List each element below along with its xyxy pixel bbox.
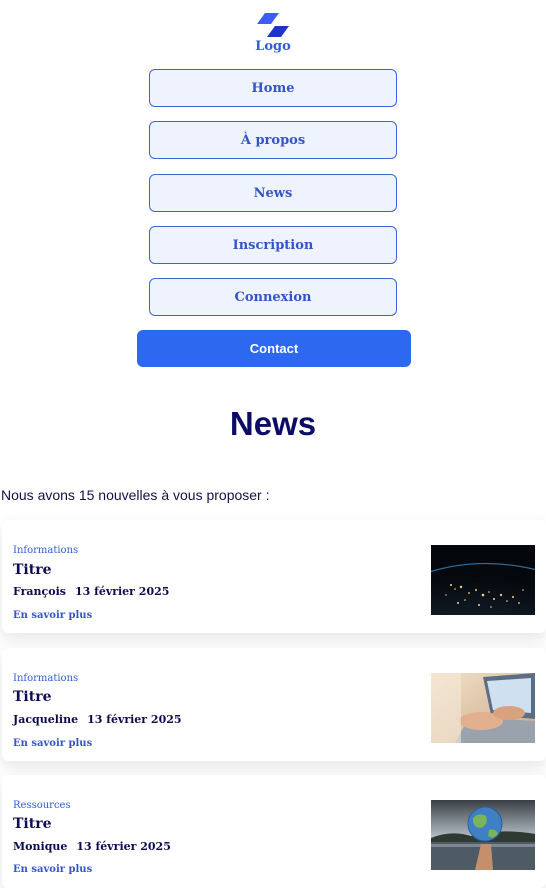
logo-icon — [257, 13, 289, 37]
logo[interactable]: Logo — [0, 12, 546, 54]
article-author: Monique — [13, 840, 68, 853]
article-category: Informations — [13, 545, 79, 556]
nav-connexion-button[interactable]: Connexion — [149, 278, 397, 316]
article-category: Ressources — [13, 800, 71, 811]
read-more-link[interactable]: En savoir plus — [13, 610, 92, 621]
intro-text: Nous avons 15 nouvelles à vous proposer … — [1, 487, 270, 503]
article-meta: Jacqueline 13 février 2025 — [13, 713, 182, 726]
article-date: 13 février 2025 — [87, 713, 182, 726]
article-title: Titre — [13, 816, 52, 832]
page-title: News — [229, 405, 317, 442]
article-image[interactable] — [431, 673, 535, 743]
article-meta: François 13 février 2025 — [13, 585, 169, 598]
article-category: Informations — [13, 673, 79, 684]
article-title: Titre — [13, 689, 52, 705]
contact-button[interactable]: Contact — [137, 330, 411, 367]
article-title: Titre — [13, 562, 52, 578]
earth-at-night-image — [431, 545, 535, 615]
article-image[interactable] — [431, 545, 535, 615]
article-author: Jacqueline — [13, 713, 79, 726]
article-author: François — [13, 585, 66, 598]
nav-inscription-button[interactable]: Inscription — [149, 226, 397, 264]
nav-a-propos-button[interactable]: À propos — [149, 121, 397, 159]
globe-over-lake-image — [431, 800, 535, 870]
article-card: Informations Titre Jacqueline 13 février … — [2, 648, 546, 761]
nav-news-button[interactable]: News — [149, 174, 397, 212]
logo-label: Logo — [255, 39, 291, 54]
read-more-link[interactable]: En savoir plus — [13, 738, 92, 749]
article-card: Ressources Titre Monique 13 février 2025 … — [2, 775, 546, 888]
article-meta: Monique 13 février 2025 — [13, 840, 171, 853]
nav-home-button[interactable]: Home — [149, 69, 397, 107]
read-more-link[interactable]: En savoir plus — [13, 864, 92, 875]
article-image[interactable] — [431, 800, 535, 870]
hands-on-laptop-image — [431, 673, 535, 743]
article-date: 13 février 2025 — [74, 585, 170, 598]
article-card: Informations Titre François 13 février 20… — [2, 520, 546, 633]
article-date: 13 février 2025 — [76, 840, 171, 853]
